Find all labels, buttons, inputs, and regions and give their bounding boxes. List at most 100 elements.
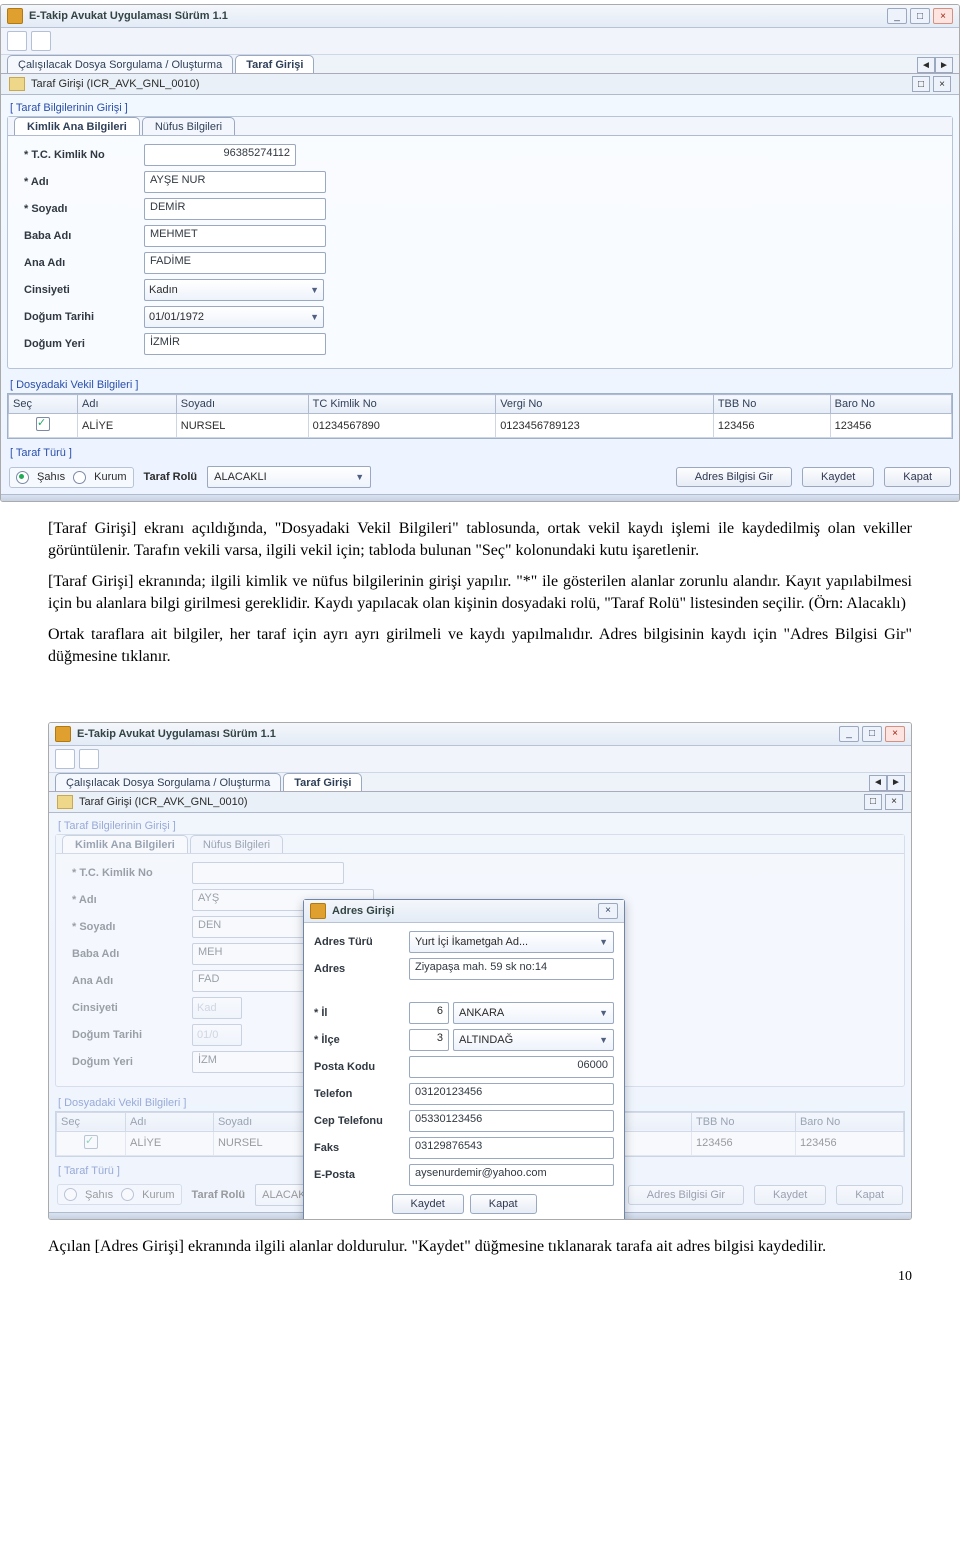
form-panel-dimmed: [ Taraf Bilgilerinin Girişi ] Kimlik Ana…	[49, 813, 911, 1212]
dialog-close-icon[interactable]: ×	[598, 903, 618, 919]
maximize-button[interactable]: □	[862, 726, 882, 742]
main-tabs: Çalışılacak Dosya Sorgulama / Oluşturma …	[1, 55, 959, 74]
toolbar-icon-1[interactable]	[55, 749, 75, 769]
label-baba: Baba Adı	[24, 230, 144, 242]
col-baro: Baro No	[830, 395, 951, 414]
module-close-icon[interactable]: ×	[885, 794, 903, 810]
label-soyadi: * Soyadı	[24, 203, 144, 215]
close-button[interactable]: ×	[933, 8, 953, 24]
label-posta: Posta Kodu	[314, 1061, 409, 1073]
paragraph-4: Açılan [Adres Girişi] ekranında ilgili a…	[48, 1236, 912, 1258]
dialog-adres-girisi: Adres Girişi × Adres TürüYurt İçi İkamet…	[303, 899, 625, 1220]
input-faks[interactable]: 03129876543	[409, 1137, 614, 1159]
module-icon	[9, 77, 25, 91]
chevron-down-icon: ▼	[310, 312, 319, 322]
app-icon	[7, 8, 23, 24]
module-maximize-icon[interactable]: □	[864, 794, 882, 810]
col-adi: Adı	[78, 395, 177, 414]
toolbar-icon-2[interactable]	[31, 31, 51, 51]
window-title: E-Takip Avukat Uygulaması Sürüm 1.1	[29, 10, 884, 22]
screenshot-taraf-girisi: E-Takip Avukat Uygulaması Sürüm 1.1 _ □ …	[0, 4, 960, 502]
bottom-bar: Şahıs Kurum Taraf Rolü ALACAKLI▼ Adres B…	[7, 463, 953, 488]
vekil-grid: Seç Adı Soyadı TC Kimlik No Vergi No TBB…	[7, 393, 953, 439]
input-eposta[interactable]: aysenurdemir@yahoo.com	[409, 1164, 614, 1186]
toolbar-icon-2[interactable]	[79, 749, 99, 769]
chevron-down-icon: ▼	[310, 285, 319, 295]
itab-nufus: Nüfus Bilgileri	[190, 835, 283, 853]
datepicker-dogum[interactable]: 01/01/1972▼	[144, 306, 324, 328]
kimlik-panel: Kimlik Ana Bilgileri Nüfus Bilgileri * T…	[7, 116, 953, 369]
itab-kimlik[interactable]: Kimlik Ana Bilgileri	[14, 117, 140, 135]
window-title: E-Takip Avukat Uygulaması Sürüm 1.1	[77, 728, 836, 740]
input-dogum-yeri[interactable]: İZMİR	[144, 333, 326, 355]
inner-tabs: Kimlik Ana Bilgileri Nüfus Bilgileri	[56, 835, 904, 854]
input-posta[interactable]: 06000	[409, 1056, 614, 1078]
table-row[interactable]: ALİYE NURSEL 01234567890 0123456789123 1…	[9, 414, 952, 438]
form-area: * T.C. Kimlik No96385274112 * AdıAYŞE NU…	[8, 136, 952, 362]
screenshot-adres-girisi: E-Takip Avukat Uygulaması Sürüm 1.1 _ □ …	[48, 722, 912, 1220]
radio-sahis[interactable]	[16, 471, 29, 484]
radio-kurum[interactable]	[73, 471, 86, 484]
minimize-button[interactable]: _	[839, 726, 859, 742]
chevron-down-icon: ▼	[599, 1008, 608, 1018]
col-soyadi: Soyadı	[176, 395, 308, 414]
btn-kaydet[interactable]: Kaydet	[802, 467, 874, 487]
col-tbb: TBB No	[713, 395, 830, 414]
dialog-buttons: Kaydet Kapat	[304, 1190, 624, 1220]
inner-tabs: Kimlik Ana Bilgileri Nüfus Bilgileri	[8, 117, 952, 136]
window-titlebar: E-Takip Avukat Uygulaması Sürüm 1.1 _ □ …	[49, 723, 911, 746]
input-adres[interactable]: Ziyapaşa mah. 59 sk no:14	[409, 958, 614, 980]
label-taraf-rolu: Taraf Rolü	[144, 471, 198, 483]
input-soyadi[interactable]: DEMİR	[144, 198, 326, 220]
input-ilce-code[interactable]: 3	[409, 1029, 449, 1051]
status-bar	[1, 494, 959, 501]
input-telefon[interactable]: 03120123456	[409, 1083, 614, 1105]
dlg-btn-kapat[interactable]: Kapat	[470, 1194, 537, 1214]
tab-dosya-sorgulama[interactable]: Çalışılacak Dosya Sorgulama / Oluşturma	[55, 773, 281, 791]
tab-taraf-girisi[interactable]: Taraf Girişi	[235, 55, 314, 73]
tab-next-icon[interactable]: ►	[935, 57, 953, 73]
tab-dosya-sorgulama[interactable]: Çalışılacak Dosya Sorgulama / Oluşturma	[7, 55, 233, 73]
dlg-btn-kaydet[interactable]: Kaydet	[392, 1194, 464, 1214]
toolbar	[49, 746, 911, 773]
checkbox-sec[interactable]	[36, 417, 50, 431]
main-tabs: Çalışılacak Dosya Sorgulama / Oluşturma …	[49, 773, 911, 792]
chevron-down-icon: ▼	[355, 472, 364, 482]
select-cinsiyet[interactable]: Kadın▼	[144, 279, 324, 301]
module-title: Taraf Girişi (ICR_AVK_GNL_0010)	[31, 78, 200, 90]
input-adi[interactable]: AYŞE NUR	[144, 171, 326, 193]
maximize-button[interactable]: □	[910, 8, 930, 24]
itab-kimlik: Kimlik Ana Bilgileri	[62, 835, 188, 853]
tab-prev-icon[interactable]: ◄	[869, 775, 887, 791]
select-ilce[interactable]: ALTINDAĞ▼	[453, 1029, 614, 1051]
col-vergi: Vergi No	[496, 395, 714, 414]
paragraph-2: [Taraf Girişi] ekranında; ilgili kimlik …	[48, 571, 912, 614]
label-adi: * Adı	[24, 176, 144, 188]
itab-nufus[interactable]: Nüfus Bilgileri	[142, 117, 235, 135]
toolbar-icon-1[interactable]	[7, 31, 27, 51]
input-ana[interactable]: FADİME	[144, 252, 326, 274]
minimize-button[interactable]: _	[887, 8, 907, 24]
input-baba[interactable]: MEHMET	[144, 225, 326, 247]
section-vekil-label: [ Dosyadaki Vekil Bilgileri ]	[10, 379, 953, 391]
select-il[interactable]: ANKARA▼	[453, 1002, 614, 1024]
dialog-body: Adres TürüYurt İçi İkametgah Ad...▼ Adre…	[304, 923, 624, 1190]
select-taraf-rolu[interactable]: ALACAKLI▼	[207, 466, 371, 488]
module-maximize-icon[interactable]: □	[912, 76, 930, 92]
label-il: * İl	[314, 1007, 409, 1019]
input-cep[interactable]: 05330123456	[409, 1110, 614, 1132]
tab-taraf-girisi[interactable]: Taraf Girişi	[283, 773, 362, 791]
close-button[interactable]: ×	[885, 726, 905, 742]
label-dogum-tarihi: Doğum Tarihi	[24, 311, 144, 323]
btn-adres-bilgisi-gir[interactable]: Adres Bilgisi Gir	[676, 467, 792, 487]
paragraph-1: [Taraf Girişi] ekranı açıldığında, "Dosy…	[48, 518, 912, 561]
input-tc[interactable]: 96385274112	[144, 144, 296, 166]
tab-prev-icon[interactable]: ◄	[917, 57, 935, 73]
section-taraf-bilgi-label: [ Taraf Bilgilerinin Girişi ]	[58, 820, 905, 832]
btn-kapat[interactable]: Kapat	[884, 467, 951, 487]
select-adres-turu[interactable]: Yurt İçi İkametgah Ad...▼	[409, 931, 614, 953]
input-il-code[interactable]: 6	[409, 1002, 449, 1024]
module-close-icon[interactable]: ×	[933, 76, 951, 92]
page-number: 10	[48, 1269, 912, 1285]
tab-next-icon[interactable]: ►	[887, 775, 905, 791]
